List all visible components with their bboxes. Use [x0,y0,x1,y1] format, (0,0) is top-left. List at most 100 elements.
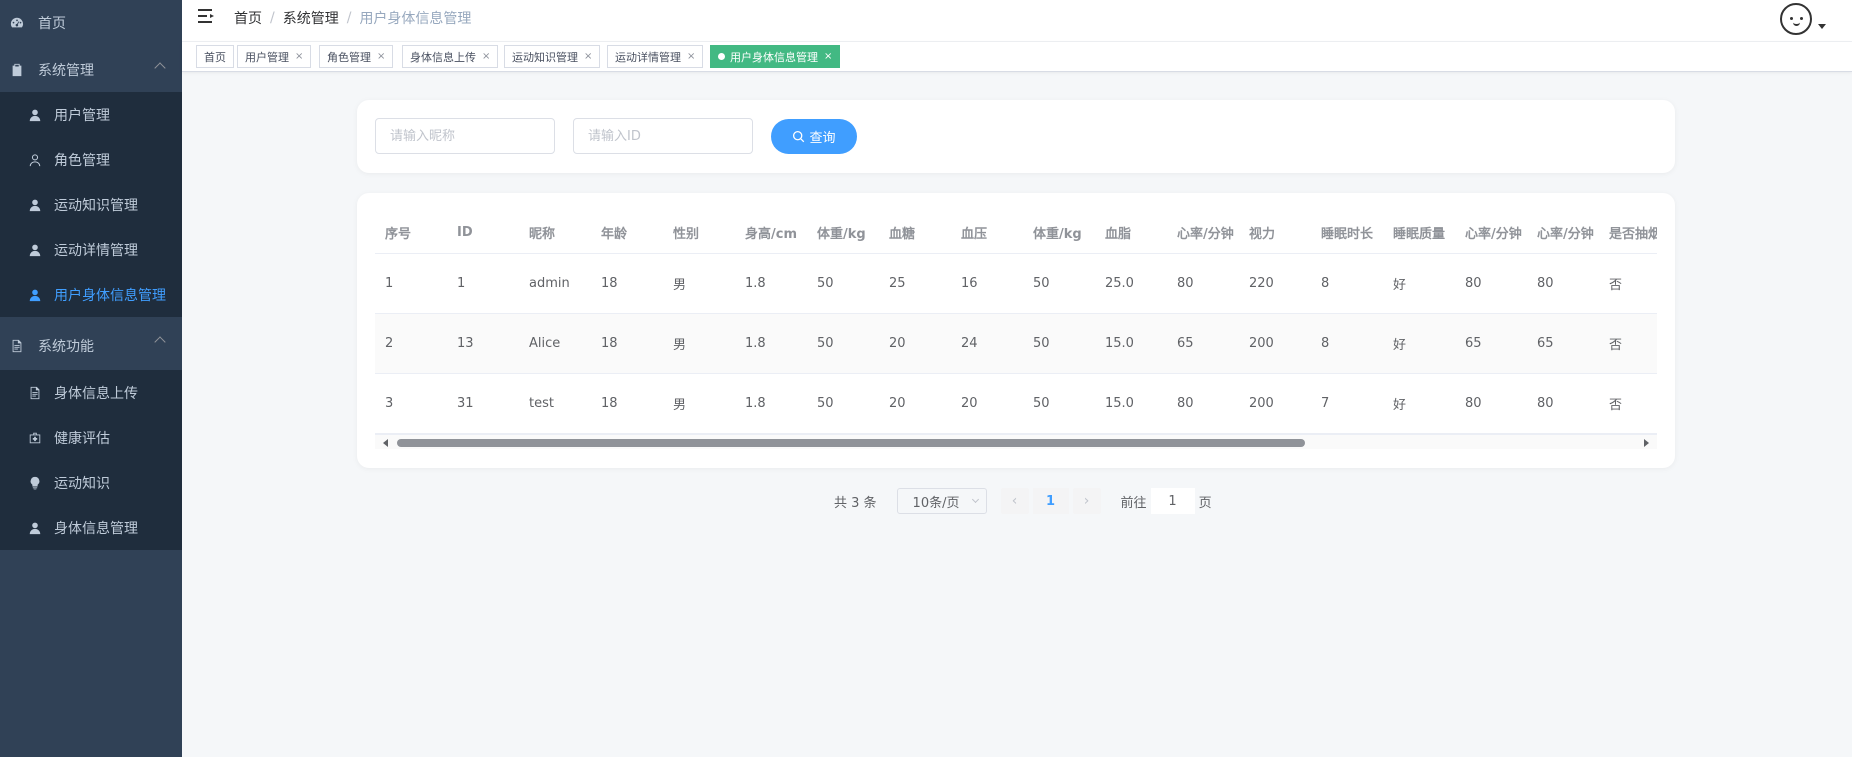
user-outline-icon [28,153,42,167]
sidebar-item-label: 角色管理 [54,152,110,169]
table-cell: 15.0 [1105,336,1134,351]
sidebar-item-users[interactable]: 用户管理 [0,92,182,137]
sidebar-item-health-assessment[interactable]: 健康评估 [0,415,182,460]
column-header: 心率/分钟 [1177,226,1234,242]
id-input[interactable] [573,118,753,154]
tag-body-upload[interactable]: 身体信息上传 × [402,45,499,68]
breadcrumb: 首页 / 系统管理 / 用户身体信息管理 [234,8,471,28]
user-icon [28,288,42,302]
table-cell: 男 [673,338,687,353]
breadcrumb-system[interactable]: 系统管理 [283,8,339,28]
close-icon[interactable]: × [584,51,592,62]
sidebar-item-exercise-knowledge-view[interactable]: 运动知识 [0,460,182,505]
close-icon[interactable]: × [824,51,832,62]
table-panel: 序号 ID 昵称 年龄 性别 身高/cm 体重/kg 血糖 血压 体重/kg 血… [357,193,1675,468]
search-icon [793,130,805,143]
chevron-right-icon: › [1083,493,1090,509]
next-page-button[interactable]: › [1072,488,1101,514]
avatar[interactable] [1780,3,1812,35]
column-header: 性别 [673,226,700,242]
sidebar-item-home[interactable]: 首页 [0,0,182,45]
table-cell: 8 [1321,276,1330,291]
sidebar-group-functions[interactable]: 系统功能 [0,322,182,370]
tag-roles[interactable]: 角色管理 × [319,45,394,68]
data-table: 序号 ID 昵称 年龄 性别 身高/cm 体重/kg 血糖 血压 体重/kg 血… [375,211,1657,451]
table-cell: 50 [817,336,834,351]
page-size-select[interactable]: 10条/页 [896,488,987,514]
user-icon [28,108,42,122]
column-header: 体重/kg [817,226,866,242]
tag-exercise-knowledge[interactable]: 运动知识管理 × [504,45,601,68]
tag-home[interactable]: 首页 [196,45,234,68]
search-panel: 查询 [357,100,1675,173]
search-button-label: 查询 [809,131,836,146]
sidebar-item-label: 用户管理 [54,107,110,124]
caret-down-icon[interactable] [1818,24,1826,29]
tag-exercise-details[interactable]: 运动详情管理 × [607,45,704,68]
hamburger-menu-icon[interactable] [198,9,216,25]
scrollbar-thumb[interactable] [397,439,1305,447]
user-icon [28,198,42,212]
column-header: 是否抽烟 [1609,226,1657,242]
sidebar-item-body-info-manage[interactable]: 身体信息管理 [0,505,182,550]
table-cell: 2 [385,336,394,351]
table-cell: 50 [1033,336,1050,351]
table-cell: 好 [1393,338,1407,353]
chevron-up-icon [154,62,166,74]
table-cell: 13 [457,336,474,351]
close-icon[interactable]: × [482,51,490,62]
table-cell: 1 [385,276,394,291]
horizontal-scrollbar[interactable] [375,434,1657,449]
table-row[interactable]: 3 31 test 18 男 1.8 50 20 20 50 15.0 80 2… [375,374,1657,434]
tags-view: 首页 用户管理 × 角色管理 × 身体信息上传 × 运动知识管理 × 运动详情管理 × 用… [182,42,1852,72]
search-button[interactable]: 查询 [771,119,857,154]
table-cell: 16 [961,276,978,291]
table-cell: admin [529,276,570,291]
sidebar-item-user-body-info[interactable]: 用户身体信息管理 [0,272,182,317]
column-header: 昵称 [529,226,556,242]
sidebar-item-exercise-details[interactable]: 运动详情管理 [0,227,182,272]
scroll-right-icon[interactable] [1644,439,1649,447]
sidebar-item-roles[interactable]: 角色管理 [0,137,182,182]
nickname-input[interactable] [375,118,555,154]
table-cell: 80 [1537,276,1554,291]
close-icon[interactable]: × [687,51,695,62]
table-cell: 50 [1033,396,1050,411]
sidebar-item-label: 运动知识管理 [54,197,138,214]
table-cell: 31 [457,396,474,411]
close-icon[interactable]: × [295,51,303,62]
table-cell: Alice [529,336,561,351]
goto-page-input[interactable]: 1 [1150,488,1195,514]
prev-page-button[interactable]: ‹ [1000,488,1029,514]
sidebar-item-exercise-knowledge[interactable]: 运动知识管理 [0,182,182,227]
table-cell: 65 [1537,336,1554,351]
sidebar-item-body-upload[interactable]: 身体信息上传 [0,370,182,415]
column-header: 序号 [385,226,412,242]
tag-users[interactable]: 用户管理 × [237,45,312,68]
column-header: 血糖 [889,226,916,242]
breadcrumb-home[interactable]: 首页 [234,8,262,28]
column-header: 视力 [1249,226,1276,242]
table-cell: 20 [961,396,978,411]
tag-user-body-info[interactable]: 用户身体信息管理 × [710,45,841,68]
table-cell: 80 [1465,276,1482,291]
table-row[interactable]: 2 13 Alice 18 男 1.8 50 20 24 50 15.0 65 … [375,314,1657,374]
page-suffix: 页 [1198,495,1212,511]
sidebar-group-system[interactable]: 系统管理 [0,48,182,92]
clipboard-icon [10,63,24,77]
scroll-left-icon[interactable] [383,439,388,447]
pagination: 共 3 条 10条/页 ‹ 1 › 前往 1 页 [834,488,1212,514]
active-dot-icon [718,53,725,60]
sidebar-item-label: 身体信息管理 [54,520,138,537]
close-icon[interactable]: × [377,51,385,62]
table-cell: 80 [1177,276,1194,291]
table-cell: 好 [1393,278,1407,293]
table-row[interactable]: 1 1 admin 18 男 1.8 50 25 16 50 25.0 80 2… [375,254,1657,314]
page-number[interactable]: 1 [1032,488,1069,514]
table-cell: 200 [1249,396,1274,411]
table-cell: 50 [1033,276,1050,291]
page-size-value: 10条/页 [912,495,960,511]
pagination-total: 共 3 条 [834,495,877,511]
sidebar-item-label: 用户身体信息管理 [54,287,166,304]
sidebar: 首页 系统管理 用户管理 角色管理 运动知识管理 运动详情管理 用户身体信息管理… [0,0,182,757]
